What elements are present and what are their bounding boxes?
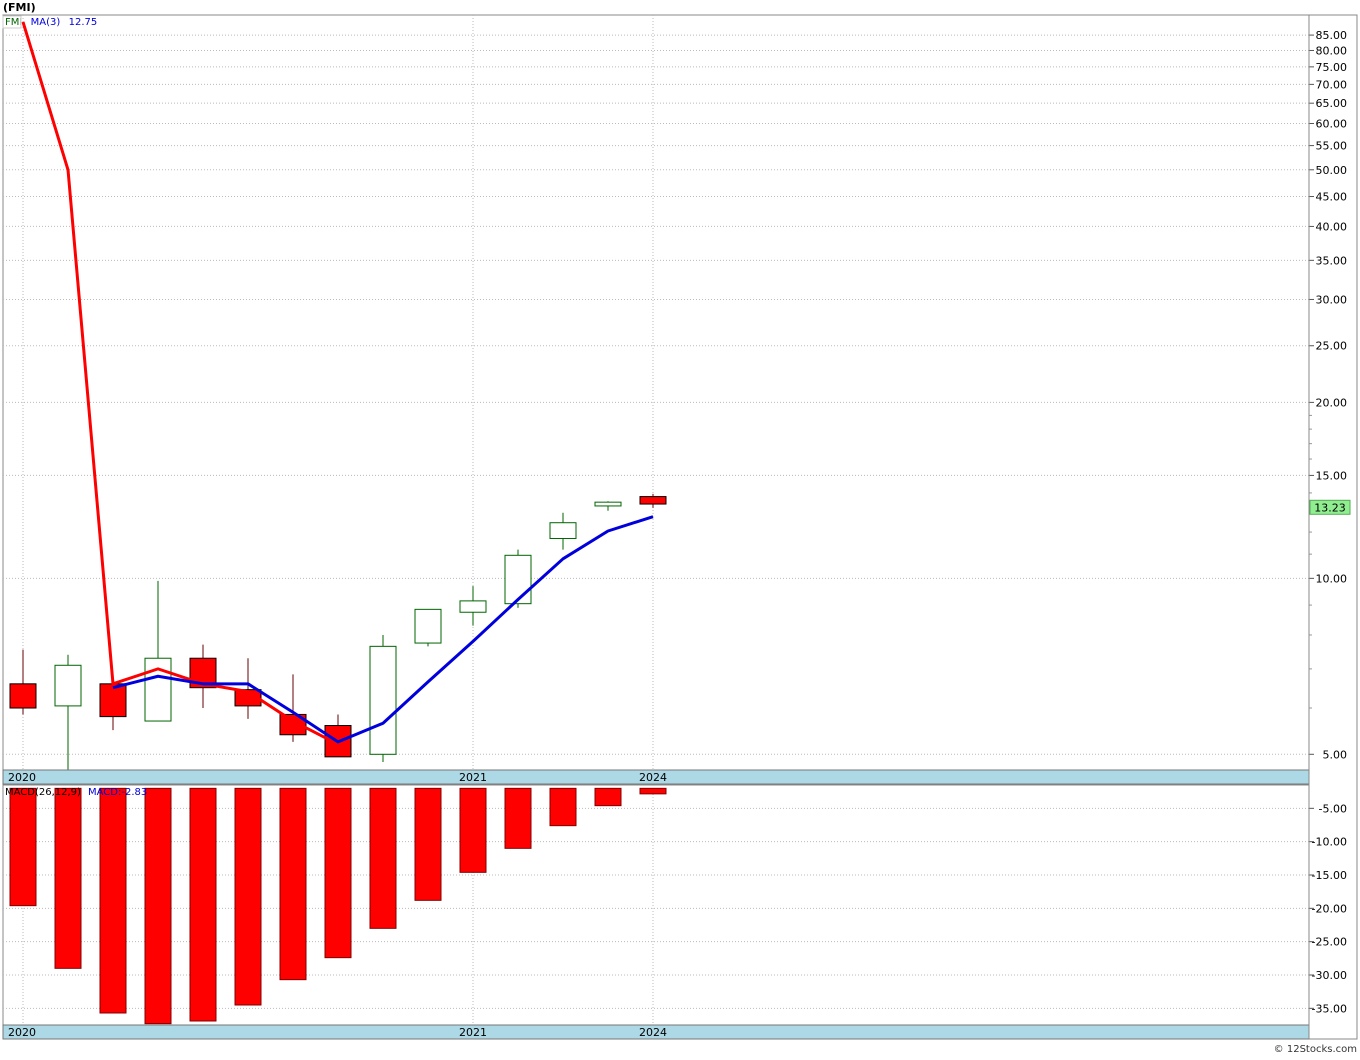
macd-bar — [594, 787, 622, 807]
macd-tick-label: -35.00 — [1312, 1002, 1347, 1015]
candle-down — [99, 683, 127, 718]
candle-down — [9, 683, 37, 709]
macd-legend-item: MACD(26,12,9) — [5, 787, 81, 798]
price-tick-label: 55.00 — [1316, 140, 1348, 153]
macd-x-axis-label: 2021 — [459, 1026, 487, 1039]
price-legend-item: FMI — [5, 17, 22, 28]
candle-up — [594, 501, 622, 507]
macd-bar — [324, 787, 352, 959]
macd-bar — [54, 787, 82, 969]
macd-bar — [549, 787, 577, 827]
price-tick-label: 5.00 — [1323, 748, 1348, 761]
macd-x-axis-label: 2024 — [639, 1026, 667, 1039]
price-tick-label: 65.00 — [1316, 97, 1348, 110]
macd-tick-label: -25.00 — [1312, 936, 1347, 949]
macd-bar — [144, 787, 172, 1025]
macd-bar — [234, 787, 262, 1006]
price-tick-label: 70.00 — [1316, 78, 1348, 91]
chart-root: (FMI) © 12Stocks.com 5.00 10.00 15.00 20.00… — [0, 0, 1360, 1060]
price-tick-label: 45.00 — [1316, 191, 1348, 204]
macd-bar — [504, 787, 532, 849]
macd-tick-label: -15.00 — [1312, 869, 1347, 882]
price-legend-item: 12.75 — [69, 17, 98, 28]
price-x-axis-label: 2020 — [8, 771, 36, 784]
candle-up — [459, 600, 487, 613]
price-panel: 5.00 10.00 15.00 20.00 25.00 30.00 35.00 40.00 4… — [2, 14, 1351, 771]
last-price-label: 13.23 — [1314, 501, 1346, 514]
price-tick-label: 35.00 — [1316, 254, 1348, 267]
macd-bar — [639, 787, 667, 795]
candle-up — [504, 554, 532, 605]
macd-bar — [459, 787, 487, 873]
price-tick-label: 85.00 — [1316, 29, 1348, 42]
candle-up — [54, 664, 82, 707]
macd-bar — [9, 787, 37, 907]
price-x-axis-label: 2024 — [639, 771, 667, 784]
price-tick-label: 40.00 — [1316, 220, 1348, 233]
macd-bar — [99, 787, 127, 1014]
price-tick-label: 75.00 — [1316, 61, 1348, 74]
macd-x-axis-label: 2020 — [8, 1026, 36, 1039]
macd-bar — [189, 787, 217, 1022]
price-x-axis-label: 2021 — [459, 771, 487, 784]
macd-panel: -5.00 -10.00 -15.00 -20.00 -25.00 -30.00 -35.0… — [2, 784, 1347, 1026]
chart-svg: (FMI) © 12Stocks.com 5.00 10.00 15.00 20.00… — [2, 1, 1358, 1055]
price-legend-item: MA(3) — [31, 17, 61, 28]
candle-down — [639, 496, 667, 505]
price-tick-label: 30.00 — [1316, 293, 1348, 306]
candle-up — [369, 645, 397, 755]
price-tick-label: 60.00 — [1316, 118, 1348, 131]
macd-bar — [369, 787, 397, 929]
macd-bar — [279, 787, 307, 981]
price-x-axis: 2020 2021 2024 — [2, 769, 1310, 785]
symbol-title: (FMI) — [3, 1, 36, 14]
macd-x-axis: 2020 2021 2024 — [2, 1024, 1310, 1040]
macd-legend-item: MACD:-2.83 — [88, 787, 147, 798]
price-tick-label: 80.00 — [1316, 44, 1348, 57]
macd-bar — [414, 787, 442, 901]
macd-tick-label: -10.00 — [1312, 836, 1347, 849]
macd-tick-label: -5.00 — [1319, 802, 1347, 815]
price-plot-area — [2, 14, 1310, 771]
macd-tick-label: -20.00 — [1312, 902, 1347, 915]
candle-up — [549, 522, 577, 539]
copyright-text: © 12Stocks.com — [1274, 1044, 1357, 1055]
price-tick-label: 20.00 — [1316, 396, 1348, 409]
macd-tick-label: -30.00 — [1312, 969, 1347, 982]
price-tick-label: 15.00 — [1316, 469, 1348, 482]
candle-up — [414, 608, 442, 644]
price-tick-label: 50.00 — [1316, 164, 1348, 177]
price-tick-label: 25.00 — [1316, 340, 1348, 353]
price-tick-label: 10.00 — [1316, 572, 1348, 585]
